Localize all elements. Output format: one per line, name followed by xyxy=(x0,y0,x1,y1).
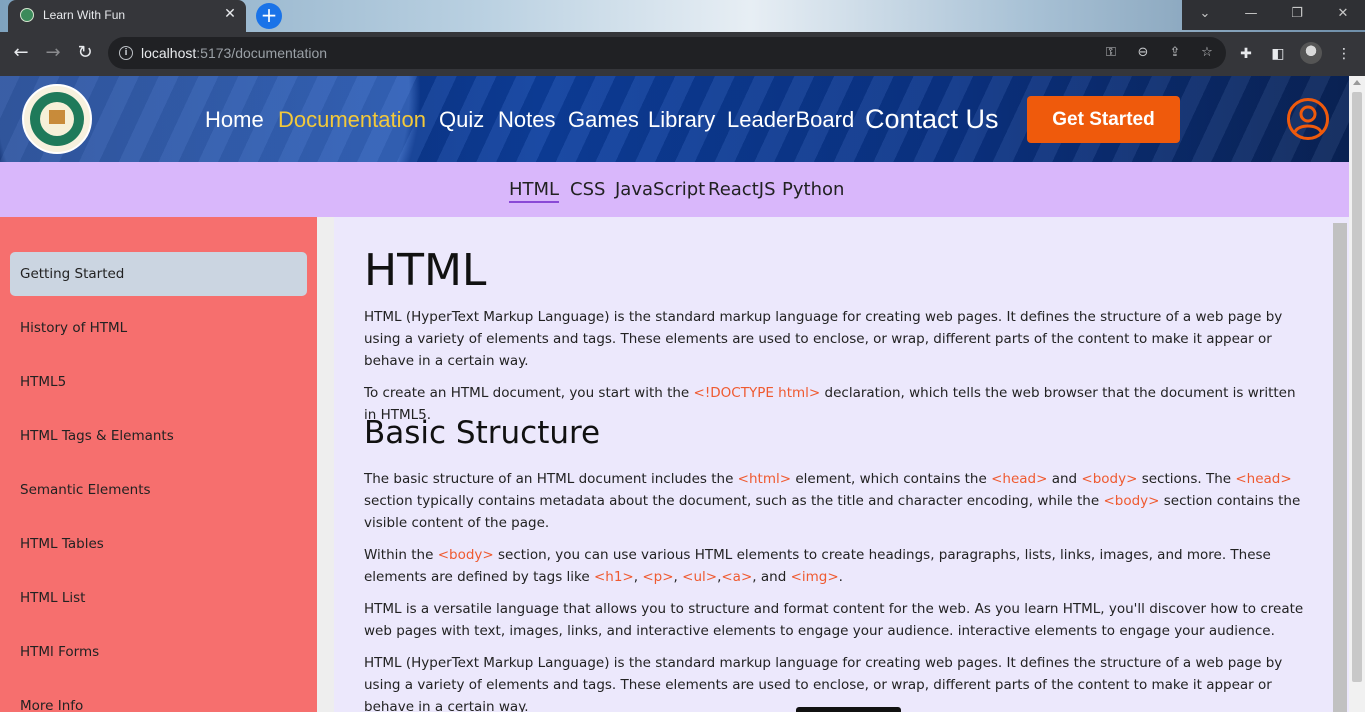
url-host: localhost xyxy=(141,45,197,61)
sidebar-item-forms[interactable]: HTMl Forms xyxy=(10,630,307,674)
nav-leaderboard[interactable]: LeaderBoard xyxy=(727,107,854,133)
profile-avatar[interactable] xyxy=(1300,42,1322,64)
within-text: Within the xyxy=(364,547,438,563)
code-ul-tag: <ul> xyxy=(682,569,718,585)
sidebar-item-tags[interactable]: HTML Tags & Elemants xyxy=(10,414,307,458)
section-heading-basic-structure: Basic Structure xyxy=(364,415,601,451)
back-arrow-icon[interactable]: ← xyxy=(10,42,32,64)
content-gutter xyxy=(317,217,334,712)
side-panel-icon[interactable]: ◧ xyxy=(1268,44,1288,64)
code-h1-tag: <h1> xyxy=(593,569,634,585)
structure-paragraph: The basic structure of an HTML document … xyxy=(364,468,1309,534)
language-tabs: HTML CSS JavaScript ReactJS Python xyxy=(0,162,1349,217)
nav-contact-us[interactable]: Contact Us xyxy=(865,104,999,135)
key-icon[interactable]: ⚿ xyxy=(1102,44,1120,62)
code-body-tag: <body> xyxy=(1103,493,1160,509)
tab-search-icon[interactable]: ⌄ xyxy=(1182,0,1228,30)
url-path: :5173/documentation xyxy=(196,45,328,61)
site-logo[interactable] xyxy=(22,84,92,154)
nav-library[interactable]: Library xyxy=(648,107,715,133)
browser-tab[interactable]: Learn With Fun ✕ xyxy=(8,0,246,32)
nav-notes[interactable]: Notes xyxy=(498,107,555,133)
versatile-paragraph: HTML is a versatile language that allows… xyxy=(364,601,1304,639)
scroll-up-arrow-icon[interactable] xyxy=(1353,80,1361,85)
structure-text: element, which contains the xyxy=(791,471,992,487)
within-text: , xyxy=(673,569,683,585)
page-scrollbar-thumb[interactable] xyxy=(1352,92,1362,682)
sidebar-item-html5[interactable]: HTML5 xyxy=(10,360,307,404)
close-window-button[interactable]: ✕ xyxy=(1320,0,1365,30)
structure-text: and xyxy=(1047,471,1082,487)
page-title: HTML xyxy=(364,245,487,296)
reload-icon[interactable]: ↻ xyxy=(74,42,96,64)
within-body-paragraph: Within the <body> section, you can use v… xyxy=(364,544,1309,588)
doctype-text-1: To create an HTML document, you start wi… xyxy=(364,385,694,401)
intro-repeat-paragraph: HTML (HyperText Markup Language) is the … xyxy=(364,655,1283,712)
extensions-puzzle-icon[interactable]: ✚ xyxy=(1236,44,1256,64)
minimize-button[interactable]: — xyxy=(1228,0,1274,30)
share-icon[interactable]: ⇪ xyxy=(1166,44,1184,62)
sidebar-item-more-info[interactable]: More Info xyxy=(10,684,307,728)
browser-titlebar: Learn With Fun ✕ + ⌄ — ❐ ✕ xyxy=(0,0,1365,32)
code-body-tag: <body> xyxy=(1081,471,1138,487)
code-img-tag: <img> xyxy=(790,569,839,585)
structure-text: sections. The xyxy=(1137,471,1236,487)
bottom-overlay-bar xyxy=(796,707,901,712)
structure-text: The basic structure of an HTML document … xyxy=(364,471,738,487)
user-account-icon[interactable] xyxy=(1286,97,1330,141)
site-header: Home Documentation Quiz Notes Games Libr… xyxy=(0,76,1349,162)
logo-house-icon xyxy=(49,110,65,124)
menu-kebab-icon[interactable]: ⋮ xyxy=(1334,44,1354,64)
browser-toolbar: ← → ↻ i localhost:5173/documentation ⚿ ⊖… xyxy=(0,32,1365,76)
nav-quiz[interactable]: Quiz xyxy=(439,107,484,133)
sidebar-item-history[interactable]: History of HTML xyxy=(10,306,307,350)
page-scrollbar[interactable] xyxy=(1349,76,1365,712)
code-head-tag: <head> xyxy=(1235,471,1292,487)
code-body-tag: <body> xyxy=(437,547,494,563)
tab-close-icon[interactable]: ✕ xyxy=(222,6,238,22)
url-text[interactable]: localhost:5173/documentation xyxy=(141,45,327,61)
address-bar[interactable]: i localhost:5173/documentation ⚿ ⊖ ⇪ ☆ xyxy=(108,37,1226,69)
content-scrollbar[interactable] xyxy=(1333,223,1347,712)
within-text: , and xyxy=(752,569,791,585)
zoom-out-icon[interactable]: ⊖ xyxy=(1134,44,1152,62)
nav-home[interactable]: Home xyxy=(205,107,264,133)
code-p-tag: <p> xyxy=(642,569,674,585)
tab-javascript[interactable]: JavaScript xyxy=(615,179,705,200)
sidebar-item-list[interactable]: HTML List xyxy=(10,576,307,620)
structure-text: section typically contains metadata abou… xyxy=(364,493,1104,509)
sidebar-item-semantic[interactable]: Semantic Elements xyxy=(10,468,307,512)
nav-documentation[interactable]: Documentation xyxy=(278,107,426,133)
doctype-code: <!DOCTYPE html> xyxy=(693,385,821,401)
bookmark-star-icon[interactable]: ☆ xyxy=(1198,44,1216,62)
sidebar-item-tables[interactable]: HTML Tables xyxy=(10,522,307,566)
site-favicon-icon xyxy=(20,8,34,22)
tab-title: Learn With Fun xyxy=(43,8,126,22)
intro-paragraph: HTML (HyperText Markup Language) is the … xyxy=(364,309,1283,369)
site-info-icon[interactable]: i xyxy=(119,46,133,60)
doc-sidebar: Getting Started History of HTML HTML5 HT… xyxy=(0,217,317,714)
tab-python[interactable]: Python xyxy=(782,179,844,200)
code-a-tag: <a> xyxy=(721,569,753,585)
new-tab-button[interactable]: + xyxy=(256,3,282,29)
restore-button[interactable]: ❐ xyxy=(1274,0,1320,30)
code-html-tag: <html> xyxy=(737,471,792,487)
doc-content: HTML HTML (HyperText Markup Language) is… xyxy=(334,217,1349,712)
tab-reactjs[interactable]: ReactJS xyxy=(708,179,776,200)
forward-arrow-icon[interactable]: → xyxy=(42,42,64,64)
tab-html[interactable]: HTML xyxy=(509,179,560,203)
sidebar-item-getting-started[interactable]: Getting Started xyxy=(10,252,307,296)
nav-games[interactable]: Games xyxy=(568,107,639,133)
tab-css[interactable]: CSS xyxy=(570,179,605,200)
within-text: . xyxy=(838,569,843,585)
code-head-tag: <head> xyxy=(991,471,1048,487)
get-started-button[interactable]: Get Started xyxy=(1027,96,1180,143)
